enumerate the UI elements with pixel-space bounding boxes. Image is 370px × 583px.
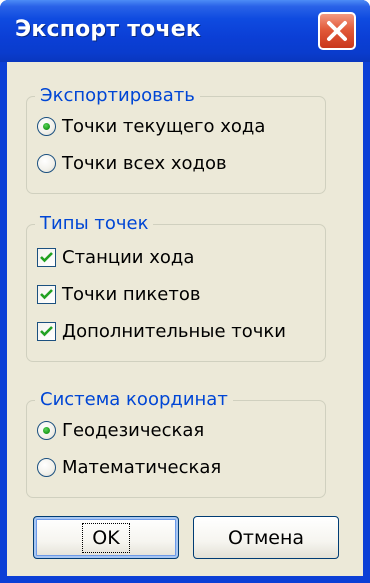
checkbox-additional-points-box[interactable]: [37, 322, 56, 341]
radio-all-traverses[interactable]: Точки всех ходов: [37, 153, 227, 174]
ok-button[interactable]: OK: [33, 516, 179, 559]
ok-button-label: OK: [82, 522, 130, 553]
radio-mathematical-button[interactable]: [37, 458, 56, 477]
radio-current-traverse[interactable]: Точки текущего хода: [37, 116, 265, 137]
cancel-button-label: Отмена: [227, 526, 305, 549]
cancel-button[interactable]: Отмена: [193, 516, 339, 559]
check-mark-icon: [40, 289, 53, 300]
radio-mathematical-label: Математическая: [62, 457, 222, 478]
radio-geodetic-button[interactable]: [37, 421, 56, 440]
export-points-dialog: Экспорт точек Экспортировать Точки текущ…: [0, 0, 370, 583]
point-types-group: Типы точек Станции хода Точки пикетов До…: [26, 212, 326, 362]
dialog-title: Экспорт точек: [15, 17, 202, 42]
export-scope-legend: Экспортировать: [35, 84, 200, 108]
dialog-body: Экспортировать Точки текущего хода Точки…: [7, 62, 363, 576]
radio-current-traverse-button[interactable]: [37, 117, 56, 136]
radio-geodetic[interactable]: Геодезическая: [37, 420, 204, 441]
checkbox-traverse-stations-box[interactable]: [37, 248, 56, 267]
radio-all-traverses-button[interactable]: [37, 154, 56, 173]
radio-all-traverses-label: Точки всех ходов: [62, 153, 227, 174]
export-scope-group: Экспортировать Точки текущего хода Точки…: [26, 84, 326, 194]
title-bar[interactable]: Экспорт точек: [0, 0, 370, 62]
radio-mathematical[interactable]: Математическая: [37, 457, 221, 478]
check-mark-icon: [40, 326, 53, 337]
checkbox-additional-points[interactable]: Дополнительные точки: [37, 321, 286, 342]
checkbox-additional-points-label: Дополнительные точки: [62, 321, 286, 342]
checkbox-picket-points-label: Точки пикетов: [62, 284, 201, 305]
check-mark-icon: [40, 252, 53, 263]
coordinate-system-legend: Система координат: [35, 388, 233, 412]
checkbox-traverse-stations[interactable]: Станции хода: [37, 247, 194, 268]
close-x-icon: [327, 21, 347, 41]
radio-geodetic-label: Геодезическая: [62, 420, 205, 441]
point-types-legend: Типы точек: [35, 212, 154, 236]
coordinate-system-group: Система координат Геодезическая Математи…: [26, 388, 326, 498]
checkbox-picket-points[interactable]: Точки пикетов: [37, 284, 200, 305]
checkbox-traverse-stations-label: Станции хода: [62, 247, 195, 268]
radio-current-traverse-label: Точки текущего хода: [62, 116, 266, 137]
close-button[interactable]: [318, 12, 356, 50]
checkbox-picket-points-box[interactable]: [37, 285, 56, 304]
